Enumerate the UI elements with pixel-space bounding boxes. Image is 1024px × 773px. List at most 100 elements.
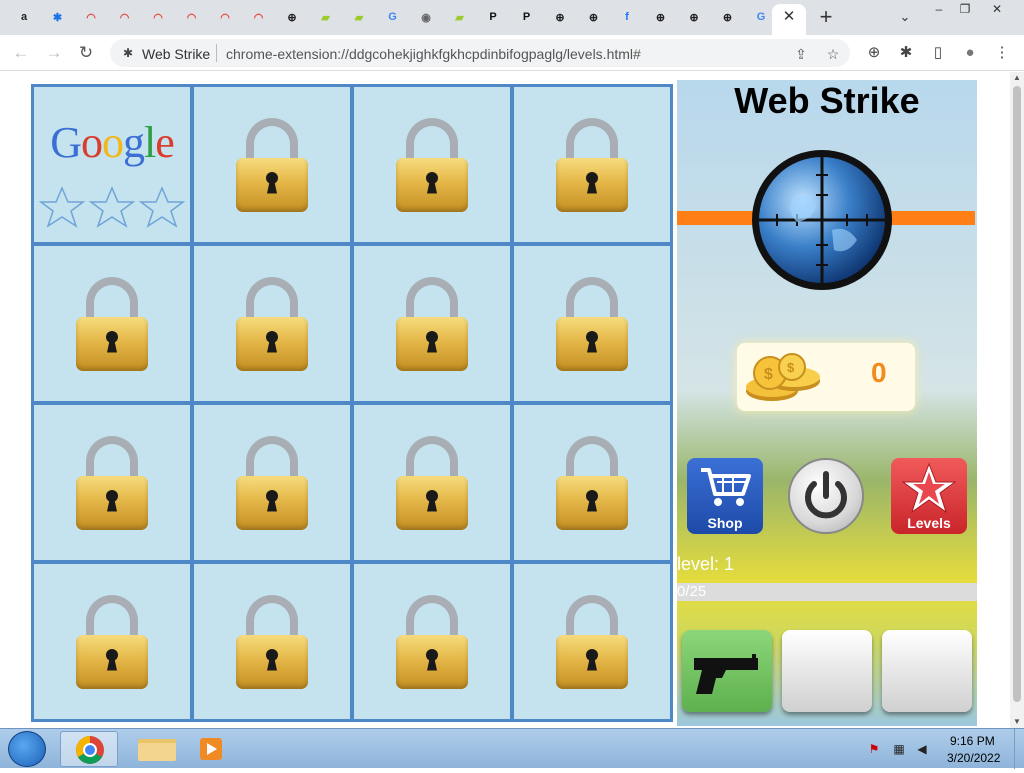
network-icon[interactable]: ▦ bbox=[891, 741, 907, 757]
address-bar[interactable]: ✱ Web Strike chrome-extension://ddgcohek… bbox=[110, 39, 850, 67]
browser-menu-icon[interactable]: ⋮ bbox=[992, 43, 1012, 63]
reload-button[interactable]: ↻ bbox=[75, 43, 97, 63]
level-cell-locked[interactable] bbox=[34, 564, 190, 719]
level-cell-locked[interactable] bbox=[194, 564, 350, 719]
weapon-slot-pistol[interactable] bbox=[682, 630, 772, 712]
shop-label: Shop bbox=[707, 515, 743, 531]
volume-icon[interactable]: ◀ bbox=[914, 741, 930, 757]
side-panel-icon[interactable]: ▯ bbox=[928, 43, 948, 63]
tab-rainbow-icon[interactable]: ◠ bbox=[115, 7, 135, 27]
shopping-cart-icon bbox=[701, 468, 751, 506]
profile-avatar-icon[interactable]: ● bbox=[960, 43, 980, 63]
levels-button[interactable]: Levels bbox=[891, 458, 967, 534]
game-title: Web Strike bbox=[734, 80, 920, 121]
tab-green-flag-icon[interactable]: ▰ bbox=[349, 7, 369, 27]
tab-crosshair-globe-icon[interactable]: ⊕ bbox=[584, 7, 604, 27]
clock-date[interactable]: 3/20/2022 bbox=[947, 751, 1000, 765]
tab-crosshair-globe-icon[interactable]: ⊕ bbox=[651, 7, 671, 27]
page-scrollbar[interactable]: ▲ ▼ bbox=[1010, 72, 1024, 728]
coins-icon: $ $ bbox=[746, 353, 820, 401]
close-tab-icon[interactable]: ✕ bbox=[780, 8, 798, 26]
scrollbar-thumb[interactable] bbox=[1013, 86, 1021, 702]
level-cell-locked[interactable] bbox=[514, 246, 670, 401]
tab-p-icon[interactable]: P bbox=[483, 7, 503, 27]
tab-search-button[interactable]: ⌄ bbox=[896, 8, 914, 26]
pistol-icon bbox=[694, 654, 758, 694]
crosshair-globe-icon bbox=[752, 150, 892, 290]
taskbar-media-player[interactable] bbox=[186, 731, 244, 767]
levels-label: Levels bbox=[907, 515, 951, 531]
weapon-slot-empty[interactable] bbox=[882, 630, 972, 712]
show-desktop-button[interactable] bbox=[1014, 729, 1024, 769]
network-warning-icon[interactable]: ⚑ bbox=[866, 741, 882, 757]
tab-rainbow-icon[interactable]: ◠ bbox=[249, 7, 269, 27]
tab-crosshair-globe-icon[interactable]: ⊕ bbox=[550, 7, 570, 27]
tab-green-flag-icon[interactable]: ▰ bbox=[450, 7, 470, 27]
padlock-icon bbox=[236, 594, 308, 689]
site-name: Web Strike bbox=[142, 46, 211, 62]
tab-crosshair-globe-icon[interactable]: ⊕ bbox=[282, 7, 302, 27]
level-progress-text: 0/25 bbox=[677, 583, 707, 600]
taskbar-chrome[interactable] bbox=[60, 731, 118, 767]
level-cell-locked[interactable] bbox=[194, 246, 350, 401]
new-tab-button[interactable]: + bbox=[815, 6, 837, 28]
taskbar-file-explorer[interactable] bbox=[128, 731, 186, 767]
back-button[interactable]: ← bbox=[10, 43, 32, 63]
share-icon[interactable]: ⇪ bbox=[792, 45, 810, 63]
weapon-slot-empty[interactable] bbox=[782, 630, 872, 712]
clock-time[interactable]: 9:16 PM bbox=[950, 734, 995, 748]
extension-puzzle-icon[interactable]: ✱ bbox=[120, 45, 136, 61]
forward-button[interactable]: → bbox=[43, 43, 65, 63]
tab-crosshair-globe-icon[interactable]: ⊕ bbox=[684, 7, 704, 27]
level-cell-locked[interactable] bbox=[354, 246, 510, 401]
tab-google-icon[interactable]: G bbox=[383, 7, 403, 27]
level-cell-locked[interactable] bbox=[514, 405, 670, 560]
scroll-down-icon[interactable]: ▼ bbox=[1010, 716, 1024, 728]
padlock-icon bbox=[396, 435, 468, 530]
maximize-button[interactable]: ❐ bbox=[952, 1, 978, 17]
tab-p-icon[interactable]: P bbox=[517, 7, 537, 27]
shop-button[interactable]: Shop bbox=[687, 458, 763, 534]
level-cell-locked[interactable] bbox=[34, 405, 190, 560]
tab-extension-puzzle-icon[interactable]: ✱ bbox=[48, 7, 68, 27]
padlock-icon bbox=[396, 117, 468, 212]
url-separator bbox=[216, 44, 217, 62]
bookmark-star-icon[interactable]: ☆ bbox=[824, 45, 842, 63]
url-text[interactable]: chrome-extension://ddgcohekjighkfgkhcpdi… bbox=[226, 46, 641, 62]
tab-amazon-icon[interactable]: a bbox=[14, 7, 34, 27]
minimize-button[interactable]: – bbox=[926, 1, 952, 17]
tab-green-flag-icon[interactable]: ▰ bbox=[316, 7, 336, 27]
close-window-button[interactable]: ✕ bbox=[984, 1, 1010, 17]
padlock-icon bbox=[236, 276, 308, 371]
extensions-puzzle-icon[interactable]: ✱ bbox=[896, 43, 916, 63]
level-cell-locked[interactable] bbox=[194, 87, 350, 242]
level-cell-locked[interactable] bbox=[354, 564, 510, 719]
tab-crosshair-globe-icon[interactable]: ⊕ bbox=[718, 7, 738, 27]
padlock-icon bbox=[396, 594, 468, 689]
tab-rainbow-icon[interactable]: ◠ bbox=[182, 7, 202, 27]
tab-globe-icon[interactable]: ◉ bbox=[416, 7, 436, 27]
padlock-icon bbox=[556, 435, 628, 530]
tab-rainbow-icon[interactable]: ◠ bbox=[148, 7, 168, 27]
taskbar: ⚑ ▦ ◀ 9:16 PM 3/20/2022 bbox=[0, 728, 1024, 769]
crosshair-extension-icon[interactable]: ⊕ bbox=[864, 43, 884, 63]
power-button[interactable] bbox=[788, 458, 864, 534]
level-cell-locked[interactable] bbox=[354, 87, 510, 242]
level-cell-locked[interactable] bbox=[514, 564, 670, 719]
level-cell-locked[interactable] bbox=[34, 246, 190, 401]
level-cell-google[interactable]: Google bbox=[34, 87, 190, 242]
level-cell-locked[interactable] bbox=[514, 87, 670, 242]
padlock-icon bbox=[76, 594, 148, 689]
padlock-icon bbox=[76, 276, 148, 371]
tab-rainbow-icon[interactable]: ◠ bbox=[215, 7, 235, 27]
tab-google-icon[interactable]: G bbox=[751, 7, 771, 27]
tab-rainbow-icon[interactable]: ◠ bbox=[81, 7, 101, 27]
level-cell-locked[interactable] bbox=[354, 405, 510, 560]
tab-strip: a ✱ ◠ ◠ ◠ ◠ ◠ ◠ ⊕ ▰ ▰ G ◉ ▰ P P ⊕ ⊕ f ⊕ ⊕ ⊕ G ✕ + ⌄ – ❐ ✕ bbox=[0, 0, 1024, 35]
start-button[interactable] bbox=[8, 731, 46, 767]
coin-value: 0 bbox=[871, 357, 887, 388]
scroll-up-icon[interactable]: ▲ bbox=[1010, 72, 1024, 84]
level-cell-locked[interactable] bbox=[194, 405, 350, 560]
level-indicator: level: 1 bbox=[677, 554, 735, 574]
tab-facebook-icon[interactable]: f bbox=[617, 7, 637, 27]
